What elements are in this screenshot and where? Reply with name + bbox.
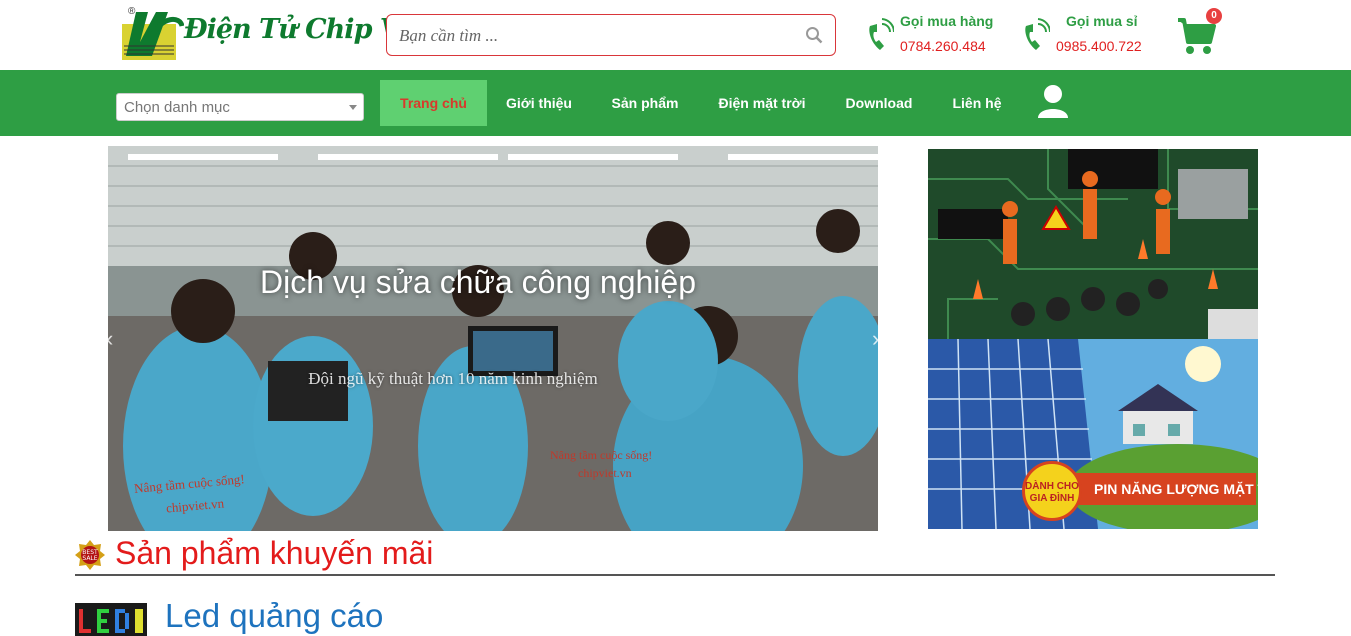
- section-promo-header: BEST SALE Sản phẩm khuyến mãi: [75, 534, 1275, 576]
- circuit-board-image: [928, 149, 1258, 339]
- phone-icon: [1025, 18, 1050, 50]
- slider-prev-button[interactable]: ‹: [108, 328, 120, 350]
- hotline-label: Gọi mua sỉ: [1066, 13, 1138, 29]
- nav-item-download[interactable]: Download: [832, 80, 926, 126]
- led-display-icon: [75, 603, 147, 636]
- user-icon[interactable]: [1037, 84, 1069, 120]
- nav-item-products[interactable]: Sản phẩm: [597, 80, 693, 126]
- search-input[interactable]: [399, 24, 799, 48]
- section-title-led[interactable]: Led quảng cáo: [165, 597, 383, 635]
- cart-count-badge: 0: [1206, 8, 1222, 24]
- site-logo[interactable]: ® Điện Tử Chip Việt: [122, 4, 437, 66]
- search-icon[interactable]: [805, 26, 823, 44]
- page: ® Điện Tử Chip Việt Gọi mua hàng 0784.26…: [0, 0, 1351, 636]
- category-select[interactable]: Chọn danh mục: [116, 93, 364, 121]
- shirt-text: Nâng tầm cuộc sống!: [550, 448, 653, 462]
- nav-item-home[interactable]: Trang chủ: [380, 80, 487, 126]
- best-sale-badge-icon: BEST SALE: [75, 540, 105, 570]
- hotline-number[interactable]: 0985.400.722: [1056, 38, 1142, 54]
- hotline-number[interactable]: 0784.260.484: [900, 38, 986, 54]
- cart-button[interactable]: 0: [1176, 8, 1226, 58]
- nav-item-solar[interactable]: Điện mặt trời: [705, 80, 819, 126]
- hotline-retail[interactable]: Gọi mua hàng 0784.260.484: [866, 10, 1006, 60]
- nav-item-about[interactable]: Giới thiệu: [493, 80, 585, 126]
- shirt-text: chipviet.vn: [578, 466, 632, 480]
- category-select-value: Chọn danh mục: [124, 99, 230, 116]
- slide-title: Dịch vụ sửa chữa công nghiệp: [260, 264, 696, 300]
- main-nav: Chọn danh mục Trang chủ Giới thiệu Sản p…: [0, 70, 1351, 136]
- svg-text:SALE: SALE: [82, 555, 97, 562]
- hotline-label: Gọi mua hàng: [900, 13, 994, 29]
- slide-subtitle: Đội ngũ kỹ thuật hơn 10 năm kinh nghiệm: [308, 369, 598, 388]
- phone-icon: [869, 18, 894, 50]
- search-box: [386, 14, 836, 56]
- slider-next-button[interactable]: ›: [872, 328, 878, 350]
- hotline-wholesale[interactable]: Gọi mua sỉ 0985.400.722: [1022, 10, 1162, 60]
- section-title-promo[interactable]: Sản phẩm khuyến mãi: [115, 535, 433, 572]
- banner-repair[interactable]: [928, 149, 1258, 339]
- header: ® Điện Tử Chip Việt Gọi mua hàng 0784.26…: [0, 0, 1351, 70]
- registered-mark: ®: [128, 6, 136, 17]
- nav-item-contact[interactable]: Liên hệ: [938, 80, 1016, 126]
- section-led-header: Led quảng cáo: [75, 596, 775, 636]
- hero-slider[interactable]: Dịch vụ sửa chữa công nghiệp Đội ngũ kỹ …: [108, 146, 878, 531]
- solar-badge: DÀNH CHO GIA ĐÌNH: [1022, 461, 1082, 521]
- banner-solar[interactable]: PIN NĂNG LƯỢNG MẶT TRỜI DÀNH CHO GIA ĐÌN…: [928, 339, 1258, 529]
- chevron-down-icon: [349, 105, 357, 110]
